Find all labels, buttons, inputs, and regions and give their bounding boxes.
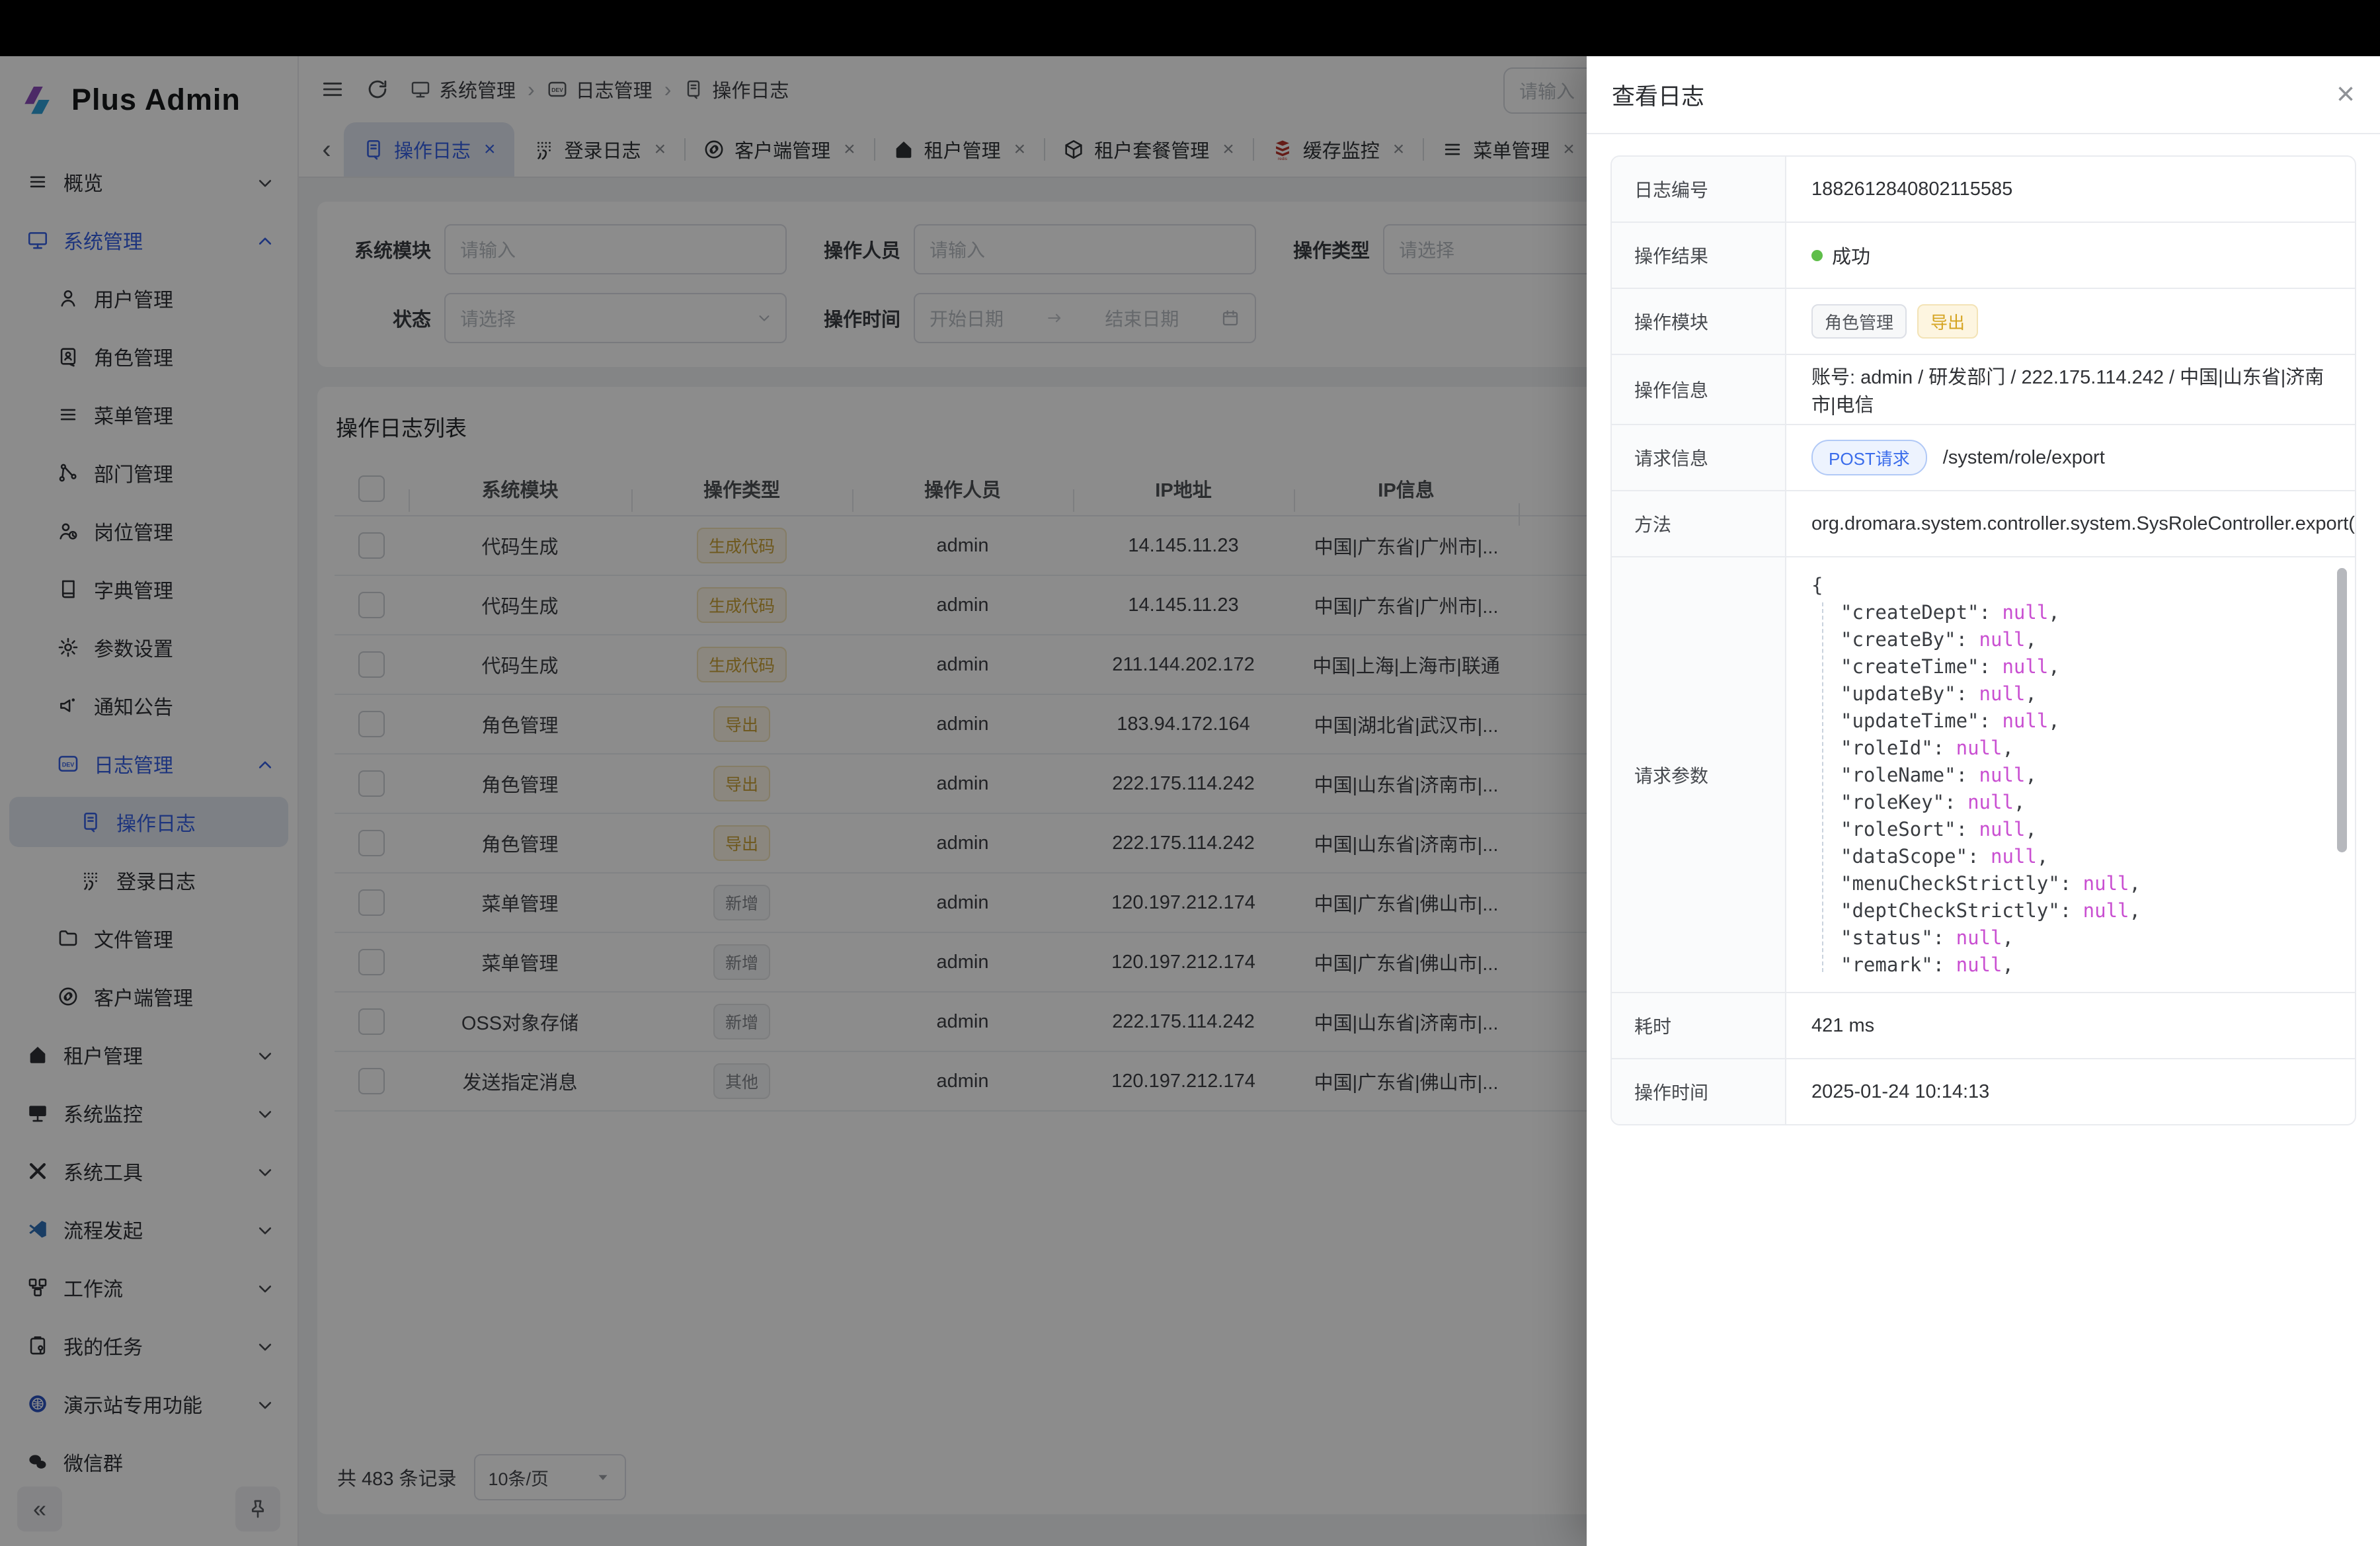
detail-row-操作信息: 操作信息账号: admin / 研发部门 / 222.175.114.242 /…	[1612, 355, 2355, 425]
detail-row-操作模块: 操作模块角色管理导出	[1612, 289, 2355, 355]
json-line: "menuCheckStrictly": null,	[1811, 870, 2335, 897]
modal-scrim[interactable]	[0, 56, 1587, 1546]
json-line: "createTime": null,	[1811, 653, 2335, 680]
log-detail-table: 日志编号1882612840802115585操作结果成功操作模块角色管理导出操…	[1610, 155, 2356, 1125]
json-line: "roleName": null,	[1811, 762, 2335, 789]
detail-value: 2025-01-24 10:14:13	[1786, 1059, 2355, 1124]
detail-row-操作结果: 操作结果成功	[1612, 223, 2355, 289]
detail-row-请求参数: 请求参数{"createDept": null,"createBy": null…	[1612, 557, 2355, 993]
detail-row-请求信息: 请求信息POST请求/system/role/export	[1612, 425, 2355, 491]
json-line: "deptCheckStrictly": null,	[1811, 897, 2335, 924]
json-line: "roleSort": null,	[1811, 816, 2335, 843]
detail-status: 成功	[1786, 223, 2355, 288]
json-line: "status": null,	[1811, 924, 2335, 952]
screen: Plus Admin 概览系统管理用户管理角色管理菜单管理部门管理岗位管理字典管…	[0, 0, 2380, 1546]
json-line: "updateTime": null,	[1811, 708, 2335, 735]
json-line: "createDept": null,	[1811, 599, 2335, 626]
json-line: "dataScope": null,	[1811, 843, 2335, 870]
json-line: "remark": null,	[1811, 952, 2335, 979]
detail-value: 账号: admin / 研发部门 / 222.175.114.242 / 中国|…	[1786, 355, 2355, 424]
detail-label: 请求信息	[1612, 425, 1786, 490]
json-line: {	[1811, 572, 2335, 599]
module-tag: 导出	[1917, 304, 1978, 339]
module-tag: 角色管理	[1811, 304, 1907, 339]
detail-label: 方法	[1612, 491, 1786, 556]
detail-request: POST请求/system/role/export	[1786, 425, 2355, 490]
post-method-badge: POST请求	[1811, 440, 1927, 475]
detail-label: 操作信息	[1612, 355, 1786, 424]
json-scrollbar[interactable]	[2337, 568, 2347, 852]
detail-label: 操作时间	[1612, 1059, 1786, 1124]
json-line: "roleKey": null,	[1811, 789, 2335, 816]
detail-label: 操作结果	[1612, 223, 1786, 288]
detail-label: 日志编号	[1612, 157, 1786, 222]
detail-tags: 角色管理导出	[1786, 289, 2355, 354]
json-line: "createBy": null,	[1811, 626, 2335, 653]
drawer-title: 查看日志	[1612, 78, 1704, 112]
detail-row-操作时间: 操作时间2025-01-24 10:14:13	[1612, 1059, 2355, 1124]
detail-value: 421 ms	[1786, 993, 2355, 1058]
success-dot-icon	[1811, 250, 1823, 261]
close-icon[interactable]: ×	[2336, 79, 2355, 110]
detail-value: 1882612840802115585	[1786, 157, 2355, 222]
detail-value: org.dromara.system.controller.system.Sys…	[1786, 491, 2355, 556]
log-detail-drawer: 查看日志 × 日志编号1882612840802115585操作结果成功操作模块…	[1587, 56, 2380, 1546]
request-url: /system/role/export	[1943, 447, 2105, 469]
detail-label: 请求参数	[1612, 557, 1786, 992]
indent-guide	[1822, 602, 1823, 972]
detail-label: 耗时	[1612, 993, 1786, 1058]
json-line: "updateBy": null,	[1811, 680, 2335, 708]
drawer-body: 日志编号1882612840802115585操作结果成功操作模块角色管理导出操…	[1587, 134, 2380, 1147]
request-params-json[interactable]: {"createDept": null,"createBy": null,"cr…	[1786, 557, 2355, 992]
drawer-header: 查看日志 ×	[1587, 56, 2380, 134]
detail-row-耗时: 耗时421 ms	[1612, 993, 2355, 1059]
detail-row-日志编号: 日志编号1882612840802115585	[1612, 157, 2355, 223]
detail-row-方法: 方法org.dromara.system.controller.system.S…	[1612, 491, 2355, 557]
json-line: "roleId": null,	[1811, 735, 2335, 762]
detail-label: 操作模块	[1612, 289, 1786, 354]
